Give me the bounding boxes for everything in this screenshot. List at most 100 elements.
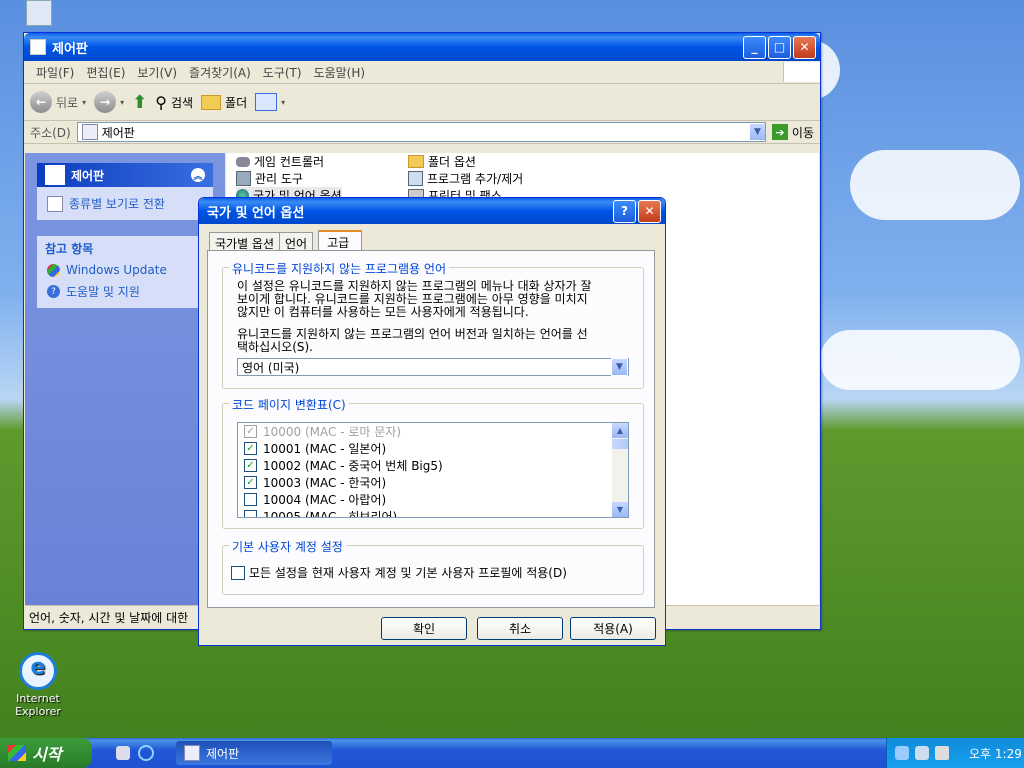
scroll-down-icon[interactable]: ▼ <box>612 502 628 517</box>
checkbox[interactable] <box>244 493 257 506</box>
windows-logo-icon <box>783 62 820 82</box>
taskbar-control-panel[interactable]: 제어판 <box>176 741 332 765</box>
apply-all-option[interactable]: 모든 설정을 현재 사용자 계정 및 기본 사용자 프로필에 적용(D) <box>231 564 567 581</box>
chevron-down-icon: ▾ <box>82 97 87 107</box>
code-page-row[interactable]: 10004 (MAC - 아랍어) <box>238 491 628 508</box>
dialog-titlebar[interactable]: 국가 및 언어 옵션 ? ✕ <box>199 198 665 224</box>
help-button[interactable]: ? <box>613 199 636 223</box>
menu-tools[interactable]: 도구(T) <box>257 64 308 81</box>
internet-explorer-icon[interactable] <box>138 745 154 761</box>
list-scrollbar[interactable]: ▲ ▼ <box>612 423 628 517</box>
see-also-box: 참고 항목 Windows Update ? 도움말 및 지원 <box>37 236 213 308</box>
row-label: 10004 (MAC - 아랍어) <box>263 493 387 507</box>
control-panel-box-header[interactable]: 제어판 ︽ <box>37 163 213 187</box>
switch-view-icon <box>47 195 63 212</box>
window-titlebar[interactable]: 제어판 _ □ ✕ <box>24 33 820 61</box>
help-support-link[interactable]: ? 도움말 및 지원 <box>37 280 213 308</box>
windows-update-icon <box>47 263 60 277</box>
item-folder-options[interactable]: 폴더 옵션 <box>408 153 476 170</box>
scroll-up-icon[interactable]: ▲ <box>612 423 628 438</box>
unicode-select-instruction: 유니코드를 지원하지 않는 프로그램의 언어 버전과 일치하는 언어를 선 택하… <box>237 328 588 354</box>
go-arrow-icon: ➔ <box>771 124 788 140</box>
taskbar-task-label: 제어판 <box>206 746 240 761</box>
chevron-down-icon[interactable]: ▼ <box>611 358 628 376</box>
forward-button[interactable]: → ▾ <box>94 91 124 113</box>
menu-view[interactable]: 보기(V) <box>131 64 183 81</box>
checkbox[interactable]: ✓ <box>244 459 257 472</box>
apply-button[interactable]: 적용(A) <box>570 617 656 640</box>
cancel-button[interactable]: 취소 <box>477 617 563 640</box>
start-button[interactable]: 시작 <box>0 738 92 768</box>
dialog-title: 국가 및 언어 옵션 <box>207 205 305 221</box>
item-admin-tools[interactable]: 관리 도구 <box>236 170 303 187</box>
apply-all-checkbox[interactable] <box>231 565 245 580</box>
item-game-controllers[interactable]: 게임 컨트롤러 <box>236 153 324 170</box>
volume-icon[interactable] <box>915 746 929 760</box>
switch-view-link[interactable]: 종류별 보기로 전환 <box>37 187 213 220</box>
code-page-row[interactable]: ✓ 10003 (MAC - 한국어) <box>238 474 628 491</box>
menu-favorites[interactable]: 즐겨찾기(A) <box>183 64 257 81</box>
scroll-thumb[interactable] <box>612 439 628 449</box>
toolbar: ← 뒤로 ▾ → ▾ ⬆ ⚲ 검색 폴더 ▾ <box>24 84 820 121</box>
language-select[interactable]: 영어 (미국) ▼ <box>237 358 629 376</box>
unicode-description: 이 설정은 유니코드를 지원하지 않는 프로그램의 메뉴나 대화 상자가 잘 보… <box>237 280 592 319</box>
search-icon: ⚲ <box>155 92 167 112</box>
checkbox[interactable] <box>244 510 257 517</box>
up-folder-icon: ⬆ <box>132 91 148 113</box>
unicode-language-group: 유니코드를 지원하지 않는 프로그램용 언어 이 설정은 유니코드를 지원하지 … <box>222 260 644 389</box>
go-button[interactable]: ➔ 이동 <box>771 124 814 141</box>
ok-button[interactable]: 확인 <box>381 617 467 640</box>
monitor-icon[interactable] <box>935 746 949 760</box>
folder-icon <box>201 94 222 110</box>
item-label: 프로그램 추가/제거 <box>427 172 524 186</box>
start-label: 시작 <box>32 745 62 764</box>
back-label: 뒤로 <box>56 95 79 110</box>
code-page-row[interactable]: 10005 (MAC - 히브리어) <box>238 508 628 517</box>
status-text: 언어, 숫자, 시간 및 날짜에 대한 <box>29 610 189 625</box>
item-add-remove-programs[interactable]: 프로그램 추가/제거 <box>408 170 523 187</box>
default-user-group: 기본 사용자 계정 설정 모든 설정을 현재 사용자 계정 및 기본 사용자 프… <box>222 538 644 595</box>
network-icon[interactable] <box>895 746 909 760</box>
ie-label-1: Internet <box>16 692 60 705</box>
chevron-down-icon[interactable]: ▼ <box>749 124 765 140</box>
clock[interactable]: 오후 1:29 <box>969 745 1022 762</box>
cloud <box>820 330 1020 390</box>
menu-file[interactable]: 파일(F) <box>30 64 80 81</box>
checkbox: ✓ <box>244 425 257 438</box>
default-user-group-label: 기본 사용자 계정 설정 <box>229 538 346 555</box>
recycle-bin-icon[interactable] <box>26 0 52 26</box>
search-button[interactable]: ⚲ 검색 <box>155 93 193 112</box>
internet-explorer-shortcut[interactable]: e Internet Explorer <box>8 652 68 718</box>
code-page-group-label: 코드 페이지 변환표(C) <box>229 396 349 413</box>
row-label: 10002 (MAC - 중국어 번체 Big5) <box>263 459 443 473</box>
minimize-button[interactable]: _ <box>743 35 766 59</box>
checkbox[interactable]: ✓ <box>244 476 257 489</box>
switch-view-label: 종류별 보기로 전환 <box>69 197 165 211</box>
show-desktop-icon[interactable] <box>116 746 130 760</box>
up-folder-button[interactable]: ⬆ <box>132 92 147 113</box>
windows-update-link[interactable]: Windows Update <box>37 260 213 280</box>
folders-label: 폴더 <box>225 95 248 110</box>
folders-button[interactable]: 폴더 <box>201 94 247 111</box>
dialog-close-button[interactable]: ✕ <box>638 199 661 223</box>
panel-title: 제어판 <box>71 168 105 183</box>
address-input[interactable]: 제어판 ▼ <box>76 122 766 142</box>
maximize-button[interactable]: □ <box>768 35 791 59</box>
code-page-row[interactable]: ✓ 10001 (MAC - 일본어) <box>238 440 628 457</box>
advanced-tab-body: 유니코드를 지원하지 않는 프로그램용 언어 이 설정은 유니코드를 지원하지 … <box>207 250 655 608</box>
menu-edit[interactable]: 편집(E) <box>80 64 131 81</box>
side-panel: 제어판 ︽ 종류별 보기로 전환 참고 항목 Windows Update ? … <box>25 153 225 609</box>
cloud <box>850 150 1020 220</box>
address-value: 제어판 <box>101 125 135 140</box>
chevron-down-icon: ▾ <box>281 97 286 107</box>
code-page-list[interactable]: ✓ 10000 (MAC - 로마 문자) ✓ 10001 (MAC - 일본어… <box>237 422 629 518</box>
menubar: 파일(F) 편집(E) 보기(V) 즐겨찾기(A) 도구(T) 도움말(H) <box>24 61 820 84</box>
back-button[interactable]: ← 뒤로 ▾ <box>30 91 86 113</box>
checkbox[interactable]: ✓ <box>244 442 257 455</box>
menu-help[interactable]: 도움말(H) <box>308 64 372 81</box>
regional-options-dialog: 국가 및 언어 옵션 ? ✕ 국가별 옵션 언어 고급 유니코드를 지원하지 않… <box>198 197 666 646</box>
close-button[interactable]: ✕ <box>793 35 816 59</box>
collapse-icon[interactable]: ︽ <box>191 168 205 182</box>
views-button[interactable]: ▾ <box>255 93 285 111</box>
code-page-row[interactable]: ✓ 10002 (MAC - 중국어 번체 Big5) <box>238 457 628 474</box>
